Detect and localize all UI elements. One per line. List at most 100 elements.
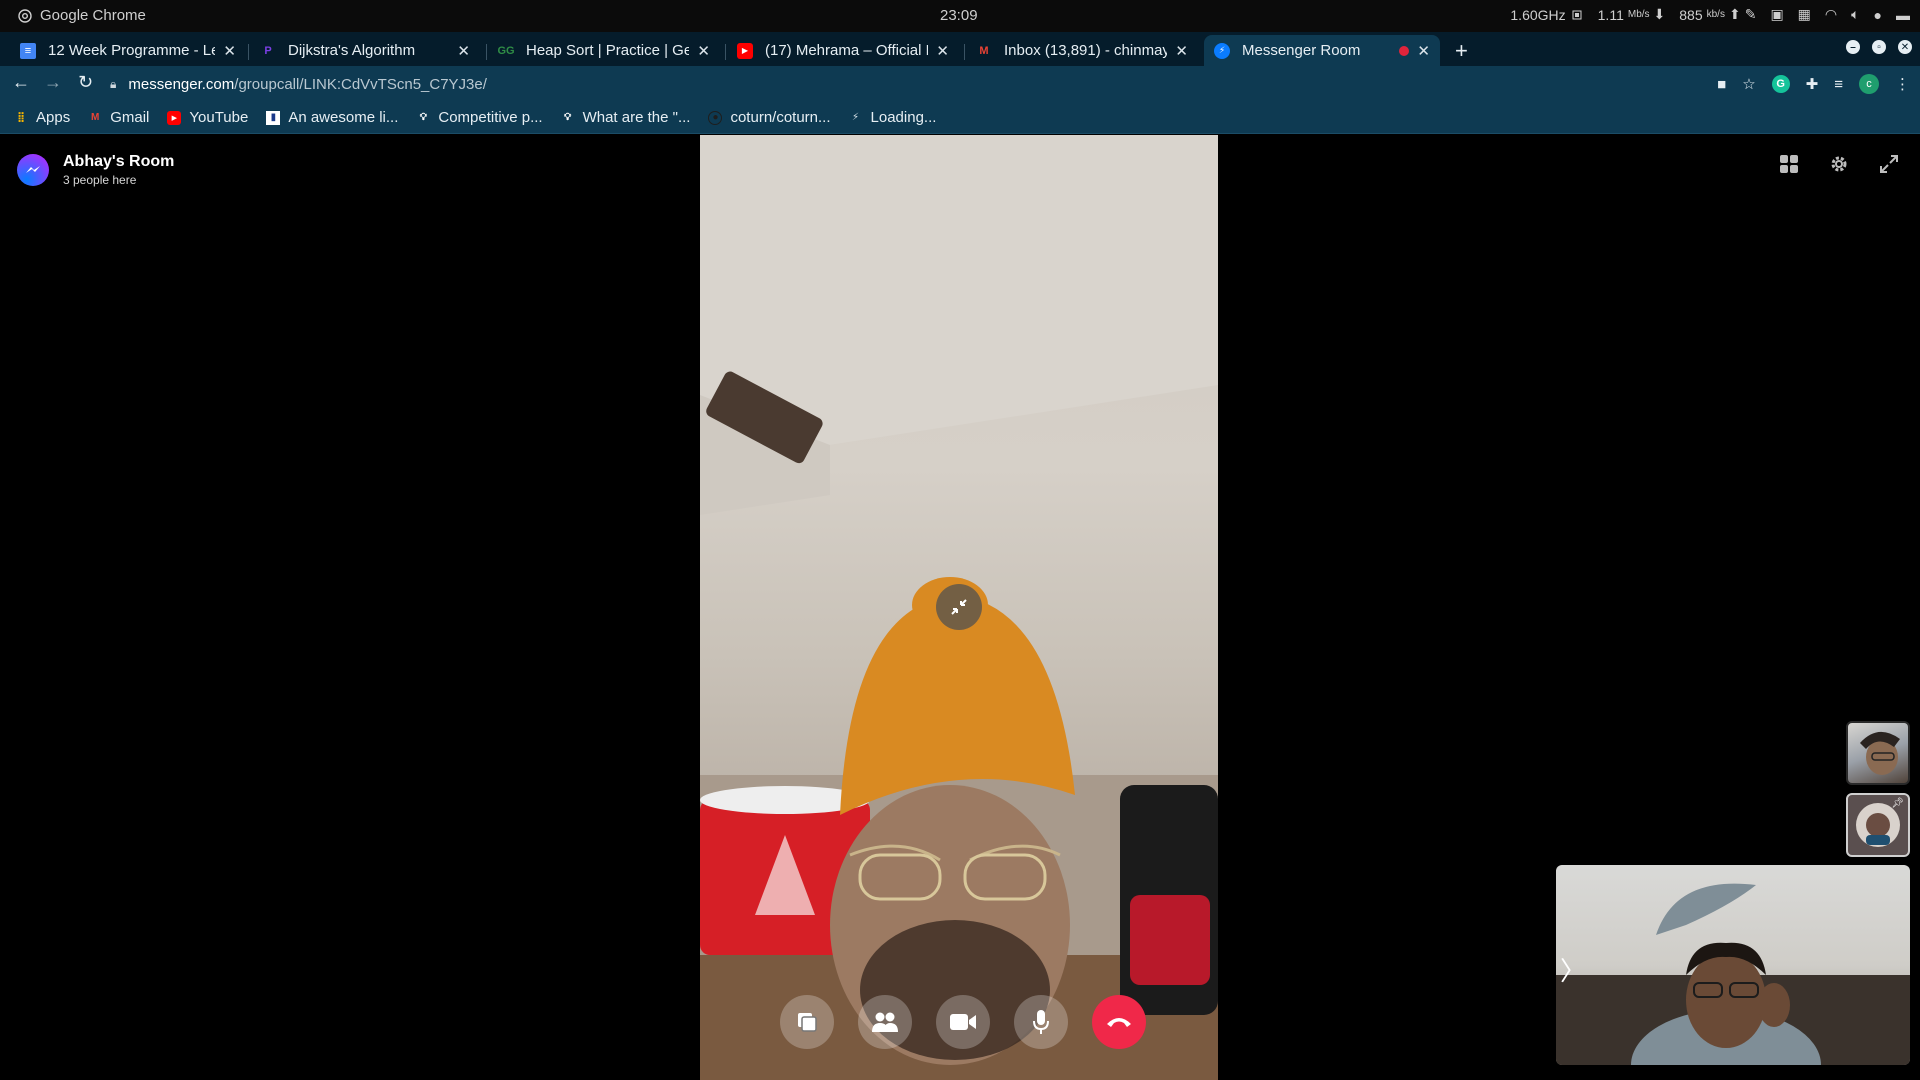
bookmark-loading[interactable]: ⚡ Loading... <box>849 109 936 126</box>
bookmark-label: YouTube <box>189 109 249 126</box>
mute-toggle-button[interactable] <box>1014 995 1068 1049</box>
self-view-video[interactable]: 〉 <box>1556 865 1910 1065</box>
tab-title: Dijkstra's Algorithm <box>288 42 416 59</box>
new-tab-button[interactable]: + <box>1455 38 1468 64</box>
participants-button[interactable] <box>858 995 912 1049</box>
reload-icon[interactable]: ↻ <box>78 72 93 93</box>
window-controls: – ▫ ✕ <box>1846 40 1912 54</box>
room-top-controls <box>1776 151 1902 177</box>
maximize-icon[interactable]: ▫ <box>1872 40 1886 54</box>
room-participant-count: 3 people here <box>63 173 137 187</box>
tab-inbox[interactable]: M Inbox (13,891) - chinmay1 ✕ <box>966 35 1198 66</box>
minimize-icon[interactable]: – <box>1846 40 1860 54</box>
camera-in-use-icon[interactable]: ■ <box>1717 76 1726 93</box>
cpu-icon <box>1572 10 1582 19</box>
bookmark-label: What are the "... <box>582 109 691 126</box>
cpu-value: 1.60GHz <box>1510 6 1566 23</box>
bookmark-apps[interactable]: ⣿ Apps <box>14 109 70 126</box>
room-name: Abhay's Room <box>63 153 175 170</box>
tab-mehrama[interactable]: ▶ (17) Mehrama – Official Re ✕ <box>727 35 959 66</box>
forward-arrow-icon[interactable]: → <box>44 72 62 93</box>
collapse-arrows-icon <box>951 599 967 615</box>
tab-heap-sort[interactable]: GG Heap Sort | Practice | Geek ✕ <box>488 35 720 66</box>
tab-strip: ≡ 12 Week Programme - Lee ✕ P Dijkstra's… <box>0 32 1920 66</box>
back-arrow-icon[interactable]: ← <box>12 72 30 93</box>
close-icon[interactable]: ✕ <box>223 42 236 60</box>
participant-thumbnail-pinned[interactable]: 📌︎ <box>1846 793 1910 857</box>
messenger-bolt-icon <box>26 166 40 173</box>
tab-12-week-programme[interactable]: ≡ 12 Week Programme - Lee ✕ <box>10 35 246 66</box>
media-control-icon[interactable]: ≡ <box>1834 76 1843 93</box>
battery-icon[interactable]: ▬ <box>1896 7 1910 23</box>
keyboard-icon[interactable]: ▦ <box>1798 6 1811 23</box>
share-screen-icon <box>798 1013 817 1032</box>
pin-icon[interactable]: 📌︎ <box>1891 798 1904 809</box>
close-icon[interactable]: ✕ <box>697 42 710 60</box>
os-clock[interactable]: 23:09 <box>940 7 978 24</box>
collapse-self-view-icon[interactable]: 〉 <box>1560 951 1586 988</box>
address-bar[interactable]: 🔒︎ messenger.com/groupcall/LINK:CdVvTScn… <box>110 69 1670 99</box>
clipboard-icon[interactable]: ▣ <box>1770 6 1783 23</box>
lock-icon[interactable]: 🔒︎ <box>110 77 116 92</box>
share-screen-button[interactable] <box>780 995 834 1049</box>
minimize-video-button[interactable] <box>936 584 982 630</box>
messenger-room-page: Abhay's Room 3 people here 📌︎ 〉 <box>0 135 1920 1080</box>
bookmark-label: Competitive p... <box>438 109 543 126</box>
participant-thumbnail[interactable] <box>1846 721 1910 785</box>
messenger-icon: ⚡ <box>1214 42 1230 59</box>
tab-dijkstra[interactable]: P Dijkstra's Algorithm ✕ <box>250 35 480 66</box>
close-icon[interactable]: ✕ <box>457 42 470 60</box>
upload-arrow-icon: ⬆ <box>1728 6 1741 22</box>
download-arrow-icon: ⬇ <box>1653 6 1666 22</box>
url-domain: messenger.com <box>128 75 235 93</box>
grid-view-icon[interactable] <box>1776 151 1802 177</box>
grammarly-icon[interactable]: G <box>1771 75 1790 93</box>
settings-gear-icon[interactable] <box>1826 151 1852 177</box>
profile-avatar-icon[interactable]: c <box>1859 74 1879 94</box>
tab-messenger-room[interactable]: ⚡ Messenger Room ✕ <box>1204 35 1440 66</box>
os-app-indicator[interactable]: Google Chrome <box>18 7 146 24</box>
bookmark-competitive[interactable]: 💡︎ Competitive p... <box>416 109 543 126</box>
chrome-icon <box>18 8 32 23</box>
apps-grid-icon: ⣿ <box>17 112 25 123</box>
end-call-button[interactable] <box>1092 995 1146 1049</box>
pen-icon: P <box>264 44 272 57</box>
wifi-icon[interactable]: ◠ <box>1825 6 1837 23</box>
net-down-indicator[interactable]: 1.11 Mb/s ⬇ <box>1598 6 1666 23</box>
close-icon[interactable]: ✕ <box>1417 42 1430 60</box>
tab-title: 12 Week Programme - Lee <box>48 42 216 59</box>
camera-toggle-button[interactable] <box>936 995 990 1049</box>
bulb-icon: 💡︎ <box>564 112 572 123</box>
fullscreen-icon[interactable] <box>1876 151 1902 177</box>
net-up-indicator[interactable]: 885 kb/s ⬆ ✎ <box>1679 6 1756 23</box>
video-camera-icon <box>950 1014 976 1030</box>
os-app-name: Google Chrome <box>40 7 146 24</box>
docs-icon: ≡ <box>20 42 36 59</box>
close-icon[interactable]: ✕ <box>936 42 949 60</box>
bookmark-gmail[interactable]: M Gmail <box>88 109 149 126</box>
bookmark-coturn[interactable]: ● coturn/coturn... <box>708 109 831 126</box>
extensions-puzzle-icon[interactable]: ✚ <box>1806 75 1819 93</box>
bookmarks-bar: ⣿ Apps M Gmail ▶ YouTube ▮ An awesome li… <box>0 102 1920 134</box>
bulb-icon: 💡︎ <box>419 112 427 123</box>
tab-title: Heap Sort | Practice | Geek <box>526 42 690 59</box>
bookmark-youtube[interactable]: ▶ YouTube <box>167 109 248 126</box>
gfg-icon: GG <box>497 44 515 57</box>
microphone-tray-icon[interactable]: ● <box>1874 7 1882 23</box>
chrome-menu-icon[interactable]: ⋮ <box>1895 75 1910 93</box>
bookmark-what-are-the[interactable]: 💡︎ What are the "... <box>561 109 691 126</box>
youtube-icon: ▶ <box>737 42 753 59</box>
bookmark-icon: ▮ <box>266 110 281 125</box>
bookmark-star-icon[interactable]: ☆ <box>1742 75 1755 93</box>
bookmark-label: An awesome li... <box>288 109 399 126</box>
volume-icon[interactable]: 🔈︎ <box>1851 6 1859 23</box>
cpu-indicator[interactable]: 1.60GHz <box>1510 7 1583 23</box>
room-header: Abhay's Room 3 people here <box>17 153 174 187</box>
url-path: /groupcall/LINK:CdVvTScn5_C7YJ3e/ <box>234 75 487 93</box>
tab-separator <box>486 44 487 60</box>
bookmark-label: coturn/coturn... <box>730 109 831 126</box>
window-close-icon[interactable]: ✕ <box>1898 40 1912 54</box>
bookmark-awesome-list[interactable]: ▮ An awesome li... <box>266 109 398 126</box>
people-icon <box>872 1012 898 1032</box>
close-icon[interactable]: ✕ <box>1175 42 1188 60</box>
